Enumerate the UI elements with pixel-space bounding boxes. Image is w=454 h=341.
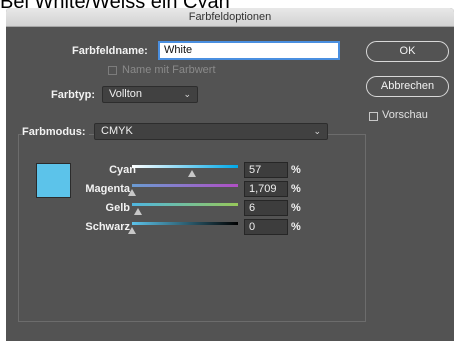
preview-label: Vorschau <box>382 109 428 121</box>
yellow-slider-thumb[interactable] <box>134 208 143 215</box>
magenta-slider-thumb[interactable] <box>128 189 136 196</box>
cancel-button[interactable]: Abbrechen <box>366 76 449 97</box>
color-mode-label: Farbmodus: <box>22 126 89 138</box>
yellow-unit: % <box>291 202 301 214</box>
color-type-value: Vollton <box>109 88 143 100</box>
swatch-name-field[interactable]: White <box>158 41 340 60</box>
chevron-down-icon: ⌄ <box>183 89 191 99</box>
chevron-down-icon: ⌄ <box>313 126 321 136</box>
cyan-unit: % <box>291 164 301 176</box>
slider-label-yellow: Gelb <box>105 202 130 214</box>
ok-button[interactable]: OK <box>366 41 449 62</box>
black-slider-track[interactable] <box>132 222 238 225</box>
slider-label-black: Schwarz <box>85 221 130 233</box>
color-mode-value: CMYK <box>101 125 133 137</box>
name-with-value-label: Name mit Farbwert <box>122 64 216 76</box>
preview-checkbox[interactable] <box>369 112 378 121</box>
cyan-value-field[interactable]: 57 <box>244 162 288 178</box>
slider-label-magenta: Magenta <box>85 183 130 195</box>
magenta-unit: % <box>291 183 301 195</box>
magenta-value-field[interactable]: 1,709 <box>244 181 288 197</box>
slider-label-cyan: Cyan <box>109 164 136 176</box>
black-value-field[interactable]: 0 <box>244 219 288 235</box>
black-slider-thumb[interactable] <box>128 227 136 234</box>
yellow-value-field[interactable]: 6 <box>244 200 288 216</box>
color-type-select[interactable]: Vollton ⌄ <box>102 86 198 103</box>
color-mode-select[interactable]: CMYK ⌄ <box>94 123 328 140</box>
color-preview-swatch <box>36 163 71 198</box>
name-with-value-checkbox[interactable] <box>108 66 117 75</box>
yellow-slider-track[interactable] <box>132 203 238 206</box>
magenta-slider-track[interactable] <box>132 184 238 187</box>
swatch-name-label: Farbfeldname: <box>72 45 148 57</box>
black-unit: % <box>291 221 301 233</box>
swatch-options-dialog: Farbfeldoptionen Farbfeldname: White Nam… <box>6 8 454 341</box>
color-type-label: Farbtyp: <box>51 89 95 101</box>
cyan-slider-thumb[interactable] <box>188 170 197 177</box>
dialog-title: Farbfeldoptionen <box>6 8 454 27</box>
cyan-slider-track[interactable] <box>132 165 238 168</box>
